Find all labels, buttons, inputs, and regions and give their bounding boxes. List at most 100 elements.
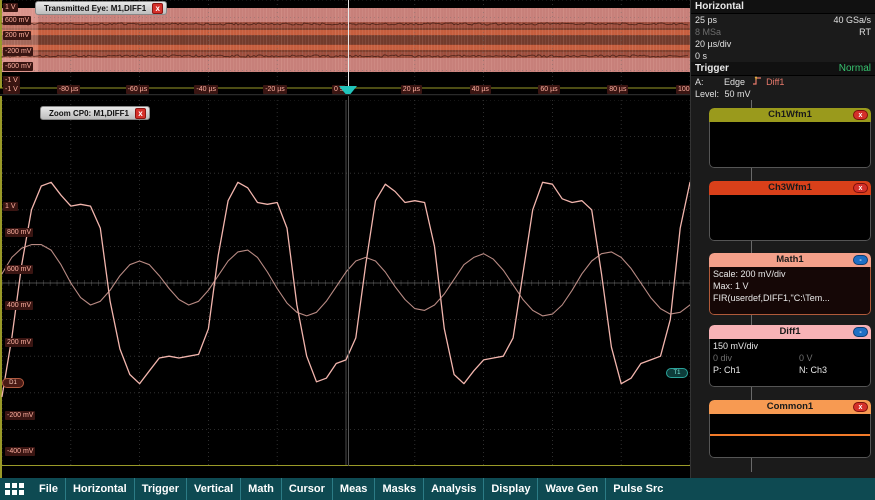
zoom-y-tick: -400 mV	[5, 447, 35, 456]
card-detail-row: Scale: 200 mV/div	[713, 268, 867, 280]
minimize-icon[interactable]: -	[853, 327, 868, 337]
zoom-waveform-plot	[0, 96, 690, 478]
grid-icon[interactable]	[5, 483, 24, 495]
edge-slope-icon	[752, 76, 762, 86]
menu-item-display[interactable]: Display	[483, 478, 537, 500]
card-title: Math1	[776, 254, 803, 265]
trigger-source-row[interactable]: A: Edge Diff1	[691, 76, 875, 88]
menu-item-vertical[interactable]: Vertical	[186, 478, 240, 500]
zoom-center-cursor[interactable]	[348, 96, 349, 466]
close-icon[interactable]: x	[853, 402, 868, 412]
horizontal-position: 0 s	[695, 51, 707, 61]
eye-trigger-cursor[interactable]	[348, 0, 349, 88]
zoom-y-tick: 200 mV	[5, 338, 33, 347]
common-trace-line	[710, 434, 870, 436]
menu-item-cursor[interactable]: Cursor	[281, 478, 332, 500]
trigger-type: Edge	[724, 77, 745, 87]
card-detail-primary: Scale: 200 mV/div	[713, 269, 786, 279]
card-detail-primary: FIR(userdef,DIFF1,"C:\Tem...	[713, 293, 830, 303]
zoom-waveform-panel[interactable]: Zoom CP0: M1,DIFF1 x 800 mV 600 mV 400 mV 2…	[0, 96, 690, 478]
eye-x-tick: -40 µs	[194, 85, 218, 94]
ground-reference-marker-right[interactable]: T1	[666, 368, 688, 378]
ground-reference-marker-diff1[interactable]: D1	[2, 378, 24, 388]
menu-item-horizontal[interactable]: Horizontal	[65, 478, 134, 500]
close-icon[interactable]: x	[853, 110, 868, 120]
card-title: Common1	[767, 401, 813, 412]
trigger-level-label: Level:	[695, 89, 719, 99]
card-ch3wfm1[interactable]: Ch3Wfm1 x	[709, 181, 871, 241]
menu-item-file[interactable]: File	[32, 478, 65, 500]
card-body-diff1: 150 mV/div 0 div 0 V P: Ch1 N: Ch3	[709, 339, 871, 387]
card-header-diff1[interactable]: Diff1 -	[709, 325, 871, 339]
horizontal-resolution-row[interactable]: 25 ps 40 GSa/s	[691, 14, 875, 26]
zoom-x-axis	[0, 465, 690, 466]
eye-x-tick: 20 µs	[401, 85, 422, 94]
horizontal-resolution: 25 ps	[695, 15, 717, 25]
close-icon[interactable]: x	[152, 3, 163, 14]
menu-item-meas[interactable]: Meas	[332, 478, 375, 500]
trigger-position-marker[interactable]	[339, 86, 357, 95]
trigger-level-row[interactable]: Level: 50 mV	[691, 88, 875, 100]
eye-x-tick: 40 µs	[470, 85, 491, 94]
card-detail-primary: 0 div	[713, 353, 732, 363]
zoom-y-tick: 800 mV	[5, 228, 33, 237]
menu-items: File Horizontal Trigger Vertical Math Cursor M…	[32, 478, 670, 500]
eye-y-tick: 200 mV	[3, 31, 31, 40]
menu-item-masks[interactable]: Masks	[374, 478, 423, 500]
horizontal-position-row[interactable]: 0 s	[691, 50, 875, 62]
zoom-corner-top-label: 1 V	[3, 202, 18, 211]
close-icon[interactable]: x	[853, 183, 868, 193]
zoom-panel-title-bar[interactable]: Zoom CP0: M1,DIFF1 x	[40, 106, 150, 120]
menu-item-pulse-src[interactable]: Pulse Src	[605, 478, 670, 500]
horizontal-memory-row[interactable]: 8 MSa RT	[691, 26, 875, 38]
card-diff1[interactable]: Diff1 - 150 mV/div 0 div 0 V P: Ch1 N: Ch3	[709, 325, 871, 387]
eye-panel-title-bar[interactable]: Transmitted Eye: M1,DIFF1 x	[35, 1, 167, 15]
card-title: Diff1	[779, 326, 800, 337]
minimize-icon[interactable]: -	[853, 255, 868, 265]
horizontal-settings-block[interactable]: Horizontal 25 ps 40 GSa/s 8 MSa RT 20 µs…	[691, 0, 875, 62]
card-detail-secondary: N: Ch3	[799, 364, 827, 376]
zoom-y-tick: 600 mV	[5, 265, 33, 274]
horizontal-memory: 8 MSa	[695, 27, 721, 37]
horizontal-sample-rate: 40 GSa/s	[833, 14, 871, 26]
eye-corner-label: -1 V	[3, 85, 20, 94]
menu-item-math[interactable]: Math	[240, 478, 281, 500]
card-detail-row: Max: 1 V	[713, 280, 867, 292]
close-icon[interactable]: x	[135, 108, 146, 119]
oscilloscope-app: Transmitted Eye: M1,DIFF1 x 1 V 600 mV 200…	[0, 0, 875, 500]
card-header-ch1wfm1[interactable]: Ch1Wfm1 x	[709, 108, 871, 122]
main-menu-bar[interactable]: File Horizontal Trigger Vertical Math Cursor M…	[0, 478, 875, 500]
card-detail-primary: 150 mV/div	[713, 341, 758, 351]
right-sidebar[interactable]: Horizontal 25 ps 40 GSa/s 8 MSa RT 20 µs…	[690, 0, 875, 478]
menu-item-trigger[interactable]: Trigger	[134, 478, 186, 500]
card-header-ch3wfm1[interactable]: Ch3Wfm1 x	[709, 181, 871, 195]
card-detail-row: P: Ch1 N: Ch3	[713, 364, 867, 376]
trigger-settings-block[interactable]: Trigger Normal A: Edge Diff1 Level: 50 m…	[691, 62, 875, 100]
card-header-common1[interactable]: Common1 x	[709, 400, 871, 414]
card-math1[interactable]: Math1 - Scale: 200 mV/div Max: 1 V FIR(userd…	[709, 253, 871, 315]
eye-x-tick: 60 µs	[538, 85, 559, 94]
menu-item-wave-gen[interactable]: Wave Gen	[537, 478, 605, 500]
card-common1[interactable]: Common1 x	[709, 400, 871, 458]
card-title: Ch3Wfm1	[768, 182, 812, 193]
eye-x-tick: -80 µs	[57, 85, 81, 94]
menu-item-analysis[interactable]: Analysis	[423, 478, 483, 500]
card-body-ch3wfm1	[709, 195, 871, 241]
eye-x-tick: 100 µs	[676, 85, 690, 94]
trigger-level-value: 50 mV	[725, 89, 751, 99]
card-body-common1	[709, 414, 871, 458]
horizontal-timebase-row[interactable]: 20 µs/div	[691, 38, 875, 50]
trigger-source-prefix: A:	[695, 77, 704, 87]
card-body-ch1wfm1	[709, 122, 871, 168]
card-detail-row: 0 div 0 V	[713, 352, 867, 364]
card-ch1wfm1[interactable]: Ch1Wfm1 x	[709, 108, 871, 168]
eye-y-tick: -600 mV	[3, 62, 33, 71]
card-header-math1[interactable]: Math1 -	[709, 253, 871, 267]
eye-panel-title: Transmitted Eye: M1,DIFF1	[44, 4, 146, 13]
card-detail-row: FIR(userdef,DIFF1,"C:\Tem...	[713, 292, 867, 304]
zoom-y-tick: 400 mV	[5, 301, 33, 310]
horizontal-title: Horizontal	[691, 0, 875, 14]
horizontal-timebase: 20 µs/div	[695, 39, 731, 49]
transmitted-eye-panel[interactable]: Transmitted Eye: M1,DIFF1 x 1 V 600 mV 200…	[0, 0, 690, 95]
trigger-title: Trigger	[695, 63, 729, 74]
